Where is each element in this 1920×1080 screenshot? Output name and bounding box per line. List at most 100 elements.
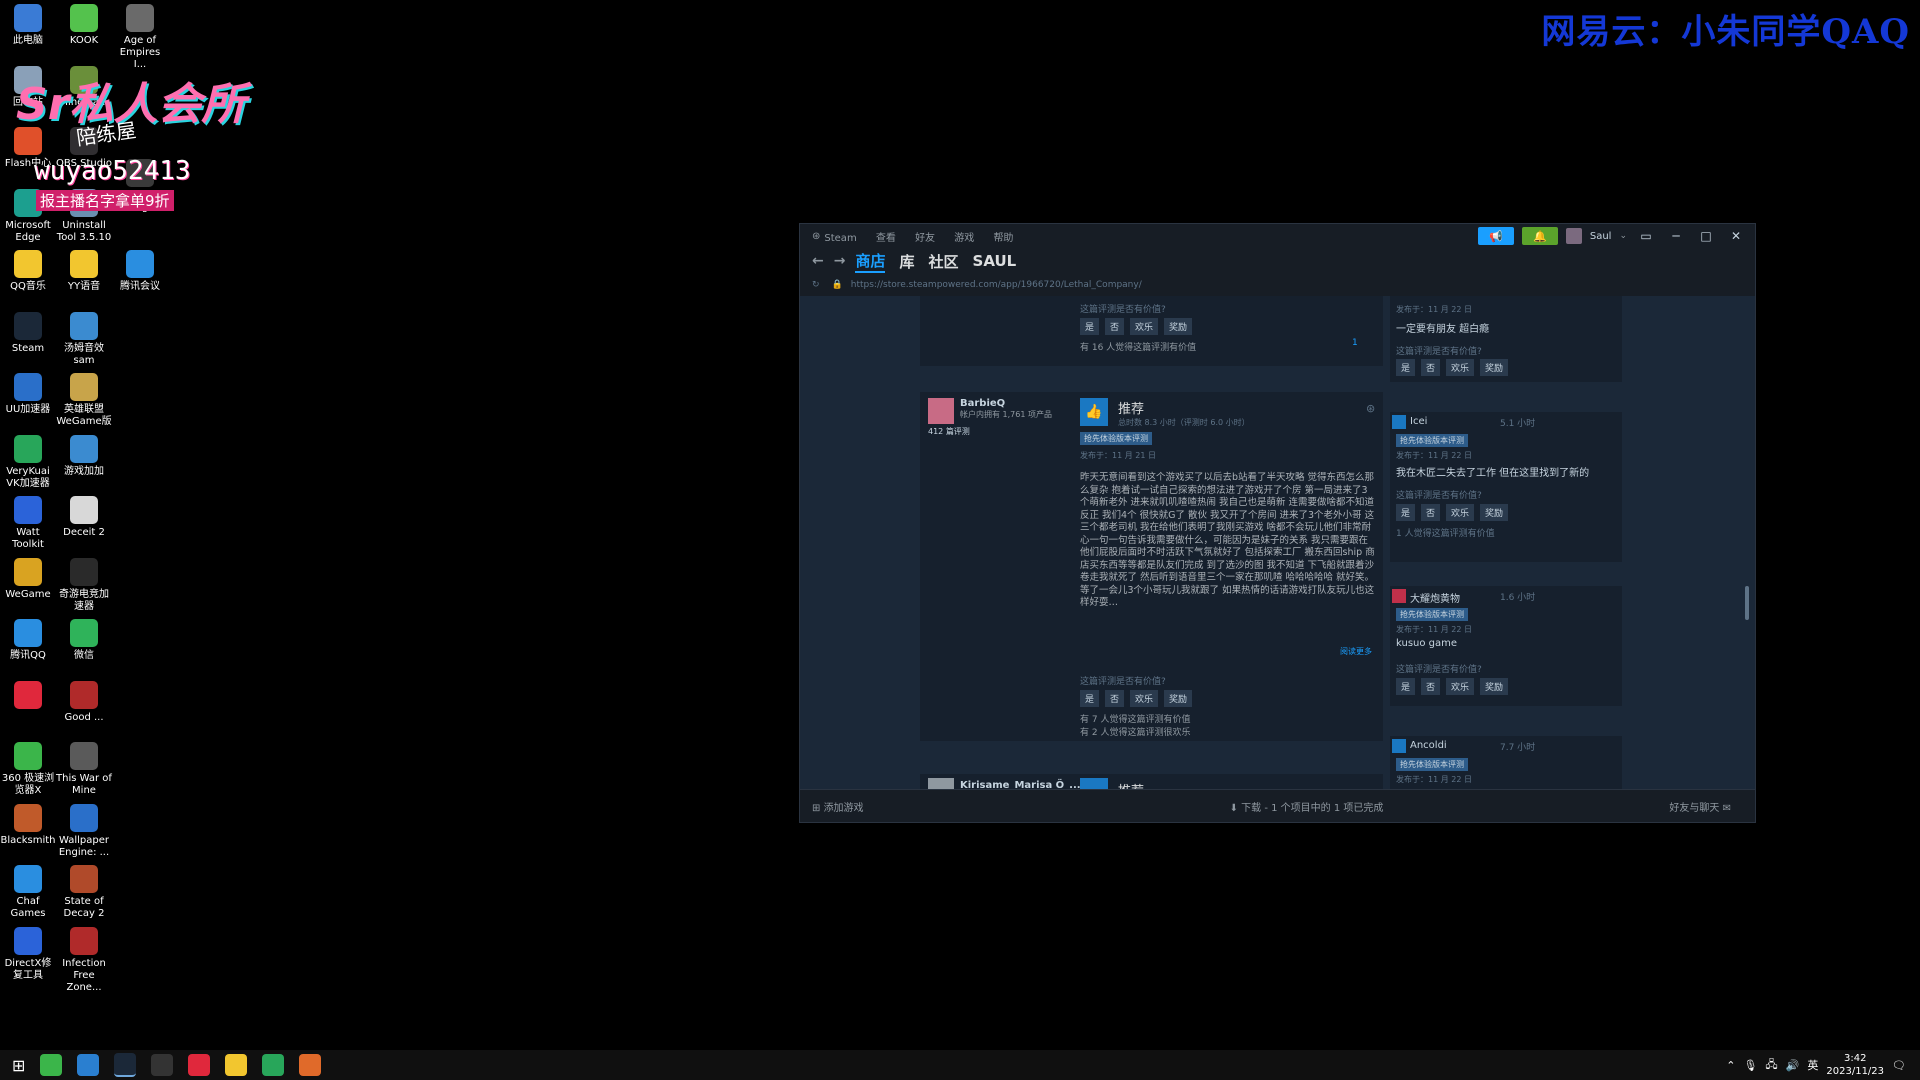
desktop-icon[interactable]: WeGame <box>0 557 56 601</box>
vote-funny-button[interactable]: 欢乐 <box>1130 318 1159 335</box>
tab-community[interactable]: 社区 <box>929 251 959 272</box>
steam-window[interactable]: ⊛ Steam 查看 好友 游戏 帮助 📢 🔔 Saul ⌄ ▭ ─ □ ✕ ← <box>799 223 1756 823</box>
tab-profile[interactable]: SAUL <box>973 252 1017 270</box>
reviewer-name[interactable]: Icei <box>1410 416 1427 427</box>
vote-yes-button[interactable]: 是 <box>1080 690 1100 707</box>
vote-funny-button[interactable]: 欢乐 <box>1446 359 1475 376</box>
notification-icon[interactable]: 🗨 <box>1892 1059 1906 1072</box>
vote-funny-button[interactable]: 欢乐 <box>1446 678 1475 695</box>
taskbar-obs-icon[interactable] <box>151 1054 174 1076</box>
desktop-icon[interactable]: 奇游电竞加速器 <box>56 557 112 613</box>
refresh-icon[interactable]: ↻ <box>812 280 820 290</box>
network-icon[interactable]: 🖧 <box>1765 1056 1777 1075</box>
taskbar-app-icon[interactable] <box>299 1054 322 1076</box>
friends-chat-button[interactable]: 好友与聊天 ✉ <box>1669 799 1731 814</box>
desktop-icon[interactable]: This War of Mine <box>56 742 112 797</box>
vote-yes-button[interactable]: 是 <box>1396 504 1416 521</box>
menu-view[interactable]: 查看 <box>876 233 896 244</box>
chevron-up-icon[interactable]: ⌃ <box>1726 1059 1735 1072</box>
vote-no-button[interactable]: 否 <box>1105 690 1125 707</box>
menu-help[interactable]: 帮助 <box>993 233 1013 244</box>
windows-start-icon[interactable]: ⊞ <box>12 1056 25 1075</box>
reviewer-name[interactable]: 大耀炮黄物 <box>1410 590 1460 605</box>
vote-award-button[interactable]: 奖励 <box>1480 359 1509 376</box>
menu-games[interactable]: 游戏 <box>954 233 974 244</box>
vote-yes-button[interactable]: 是 <box>1080 318 1100 335</box>
vote-yes-button[interactable]: 是 <box>1396 359 1416 376</box>
download-status[interactable]: ⬇ 下载 - 1 个项目中的 1 项已完成 <box>1150 799 1384 814</box>
avatar[interactable] <box>1392 589 1406 603</box>
vote-funny-button[interactable]: 欢乐 <box>1446 504 1475 521</box>
ime-indicator[interactable]: 英 <box>1807 1057 1818 1073</box>
forward-arrow-icon[interactable]: → <box>834 253 846 269</box>
comment-count[interactable]: 1 <box>1352 338 1358 348</box>
read-more-link[interactable]: 阅读更多 <box>1340 646 1372 657</box>
desktop-icon[interactable]: DirectX修复工具 <box>0 926 56 982</box>
user-avatar[interactable] <box>1565 228 1582 244</box>
taskbar-netease-music-icon[interactable] <box>188 1054 211 1076</box>
desktop-icon[interactable] <box>0 680 56 712</box>
url-text[interactable]: https://store.steampowered.com/app/19667… <box>851 280 1142 290</box>
desktop-icon[interactable]: 腾讯会议 <box>112 250 168 293</box>
monitor-icon[interactable]: ▭ <box>1635 229 1657 243</box>
avatar[interactable] <box>928 398 954 424</box>
add-game-button[interactable]: ⊞ 添加游戏 <box>812 799 864 814</box>
desktop-icon[interactable]: 游戏加加 <box>56 434 112 478</box>
desktop-icon[interactable]: 360 极速浏览器X <box>0 742 56 797</box>
desktop-icon[interactable]: 汤姆音效sam <box>56 311 112 367</box>
desktop-icon[interactable]: Good ... <box>56 680 112 724</box>
maximize-button[interactable]: □ <box>1695 229 1717 243</box>
taskbar-qq-music-icon[interactable] <box>225 1054 248 1076</box>
vote-no-button[interactable]: 否 <box>1105 318 1125 335</box>
reviewer-name[interactable]: Ancoldi <box>1410 740 1447 751</box>
back-arrow-icon[interactable]: ← <box>812 253 824 269</box>
vote-no-button[interactable]: 否 <box>1421 359 1441 376</box>
desktop-icon[interactable]: Steam <box>0 311 56 355</box>
title-bar[interactable]: ⊛ Steam 查看 好友 游戏 帮助 📢 🔔 Saul ⌄ ▭ ─ □ ✕ <box>800 224 1755 248</box>
taskbar-steam-icon[interactable] <box>114 1053 137 1077</box>
vote-yes-button[interactable]: 是 <box>1396 678 1416 695</box>
desktop-icon[interactable]: KOOK <box>56 4 112 47</box>
broadcast-button[interactable]: 📢 <box>1477 227 1514 245</box>
reviewer-review-count[interactable]: 412 篇评测 <box>928 424 1058 437</box>
close-button[interactable]: ✕ <box>1725 229 1747 243</box>
desktop-icon[interactable]: 微信 <box>56 619 112 662</box>
tab-library[interactable]: 库 <box>899 251 914 272</box>
microphone-icon[interactable]: 🎙 <box>1743 1059 1757 1072</box>
menu-steam[interactable]: Steam <box>824 233 856 244</box>
desktop-icon[interactable]: QQ音乐 <box>0 250 56 293</box>
desktop-icon[interactable]: State of Decay 2 <box>56 865 112 920</box>
desktop-icon[interactable]: Blacksmith <box>0 803 56 847</box>
desktop-icon[interactable]: 腾讯QQ <box>0 619 56 662</box>
user-name[interactable]: Saul <box>1590 231 1612 242</box>
chevron-down-icon[interactable]: ⌄ <box>1619 231 1627 241</box>
vote-award-button[interactable]: 奖励 <box>1164 690 1193 707</box>
taskbar-edge-icon[interactable] <box>77 1054 100 1076</box>
desktop-icon[interactable]: YY语音 <box>56 250 112 293</box>
volume-icon[interactable]: 🔊 <box>1786 1059 1800 1072</box>
vote-funny-button[interactable]: 欢乐 <box>1130 690 1159 707</box>
desktop-icon[interactable]: UU加速器 <box>0 373 56 416</box>
desktop-icon[interactable]: Watt Toolkit <box>0 496 56 551</box>
scrollbar-thumb[interactable] <box>1745 586 1749 620</box>
notifications-button[interactable]: 🔔 <box>1521 227 1558 245</box>
clock[interactable]: 3:42 2023/11/23 <box>1826 1052 1884 1078</box>
desktop-icon[interactable]: Infection Free Zone... <box>56 926 112 994</box>
taskbar-360-browser-icon[interactable] <box>40 1054 63 1076</box>
desktop-icon[interactable]: Deceit 2 <box>56 496 112 539</box>
taskbar-vk-icon[interactable] <box>262 1054 285 1076</box>
desktop-icon[interactable]: Chaf Games <box>0 865 56 920</box>
minimize-button[interactable]: ─ <box>1665 229 1687 243</box>
desktop-icon[interactable]: Wallpaper Engine: ... <box>56 803 112 859</box>
desktop-icon[interactable]: Age of Empires I... <box>112 4 168 71</box>
tab-store[interactable]: 商店 <box>855 250 886 273</box>
menu-friends[interactable]: 好友 <box>915 233 935 244</box>
vote-no-button[interactable]: 否 <box>1421 678 1441 695</box>
vote-award-button[interactable]: 奖励 <box>1480 678 1509 695</box>
vote-no-button[interactable]: 否 <box>1421 504 1441 521</box>
desktop-icon[interactable]: VeryKuai VK加速器 <box>0 434 56 490</box>
desktop-icon[interactable]: 英雄联盟WeGame版 <box>56 373 112 428</box>
vote-award-button[interactable]: 奖励 <box>1480 504 1509 521</box>
desktop-icon[interactable]: 此电脑 <box>0 4 56 47</box>
vote-award-button[interactable]: 奖励 <box>1164 318 1193 335</box>
